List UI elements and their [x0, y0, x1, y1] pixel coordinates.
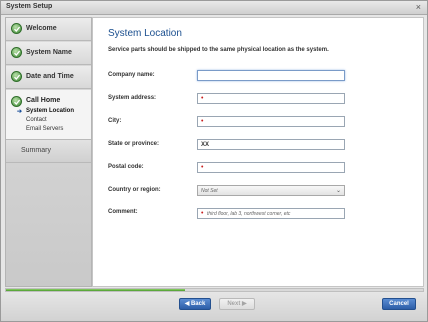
city-label: City: — [108, 118, 122, 124]
sidebar-item-label: Welcome — [26, 25, 57, 32]
postal-code-label: Postal code: — [108, 164, 144, 170]
sidebar-item-label: Call Home — [26, 97, 61, 104]
city-field[interactable]: • — [197, 116, 345, 127]
sidebar-item-date-time[interactable]: Date and Time — [6, 66, 91, 89]
comment-field[interactable]: • third floor, lab 3, northwest corner, … — [197, 208, 345, 219]
check-circle-icon — [11, 71, 22, 82]
required-icon: • — [201, 210, 204, 217]
sidebar-item-label: System Name — [26, 49, 72, 56]
progress-fill — [6, 289, 186, 291]
country-label: Country or region: — [108, 187, 161, 193]
sidebar-item-call-home[interactable]: Call Home ➔ System Location Contact Emai… — [6, 90, 91, 140]
sidebar-item-welcome[interactable]: Welcome — [6, 18, 91, 41]
wizard-sidebar: Welcome System Name Date and Time Call H… — [5, 17, 92, 287]
field-value: XX — [201, 142, 210, 148]
close-icon[interactable]: × — [416, 2, 421, 13]
select-value: Not Set — [201, 188, 218, 194]
check-circle-icon — [11, 23, 22, 34]
chevron-down-icon: ⌄ — [335, 188, 341, 194]
required-icon: • — [201, 95, 204, 102]
cancel-button[interactable]: Cancel — [382, 298, 416, 310]
footer-bar: ◀ Back Next ▶ Cancel — [1, 293, 427, 321]
title-bar: System Setup × — [1, 1, 427, 15]
substep-label: System Location — [26, 108, 75, 114]
window-title: System Setup — [6, 3, 53, 10]
sidebar-item-label: Date and Time — [26, 73, 74, 80]
system-address-field[interactable]: • — [197, 93, 345, 104]
page-title: System Location — [108, 28, 182, 39]
next-button[interactable]: Next ▶ — [219, 298, 255, 310]
system-address-label: System address: — [108, 95, 157, 101]
substep-email-servers[interactable]: Email Servers — [26, 126, 63, 132]
back-button[interactable]: ◀ Back — [179, 298, 211, 310]
company-name-field[interactable] — [197, 70, 345, 81]
state-label: State or province: — [108, 141, 160, 147]
comment-placeholder: third floor, lab 3, northwest corner, et… — [207, 211, 291, 217]
main-panel: System Location Service parts should be … — [92, 17, 424, 287]
state-field[interactable]: XX — [197, 139, 345, 150]
sidebar-item-label: Summary — [21, 147, 51, 154]
setup-window: System Setup × Welcome System Name Date … — [0, 0, 428, 322]
check-circle-icon — [11, 47, 22, 58]
substep-contact[interactable]: Contact — [26, 117, 47, 123]
required-icon: • — [201, 164, 204, 171]
check-circle-icon — [11, 96, 22, 107]
company-name-label: Company name: — [108, 72, 155, 78]
page-description: Service parts should be shipped to the s… — [108, 47, 329, 53]
required-icon: • — [201, 118, 204, 125]
substep-system-location[interactable]: ➔ System Location — [17, 108, 75, 115]
sidebar-item-summary[interactable]: Summary — [6, 140, 91, 163]
progress-bar — [5, 288, 424, 292]
arrow-right-icon: ➔ — [17, 109, 23, 115]
postal-code-field[interactable]: • — [197, 162, 345, 173]
sidebar-item-system-name[interactable]: System Name — [6, 42, 91, 65]
country-select[interactable]: Not Set ⌄ — [197, 185, 345, 196]
comment-label: Comment: — [108, 209, 138, 215]
